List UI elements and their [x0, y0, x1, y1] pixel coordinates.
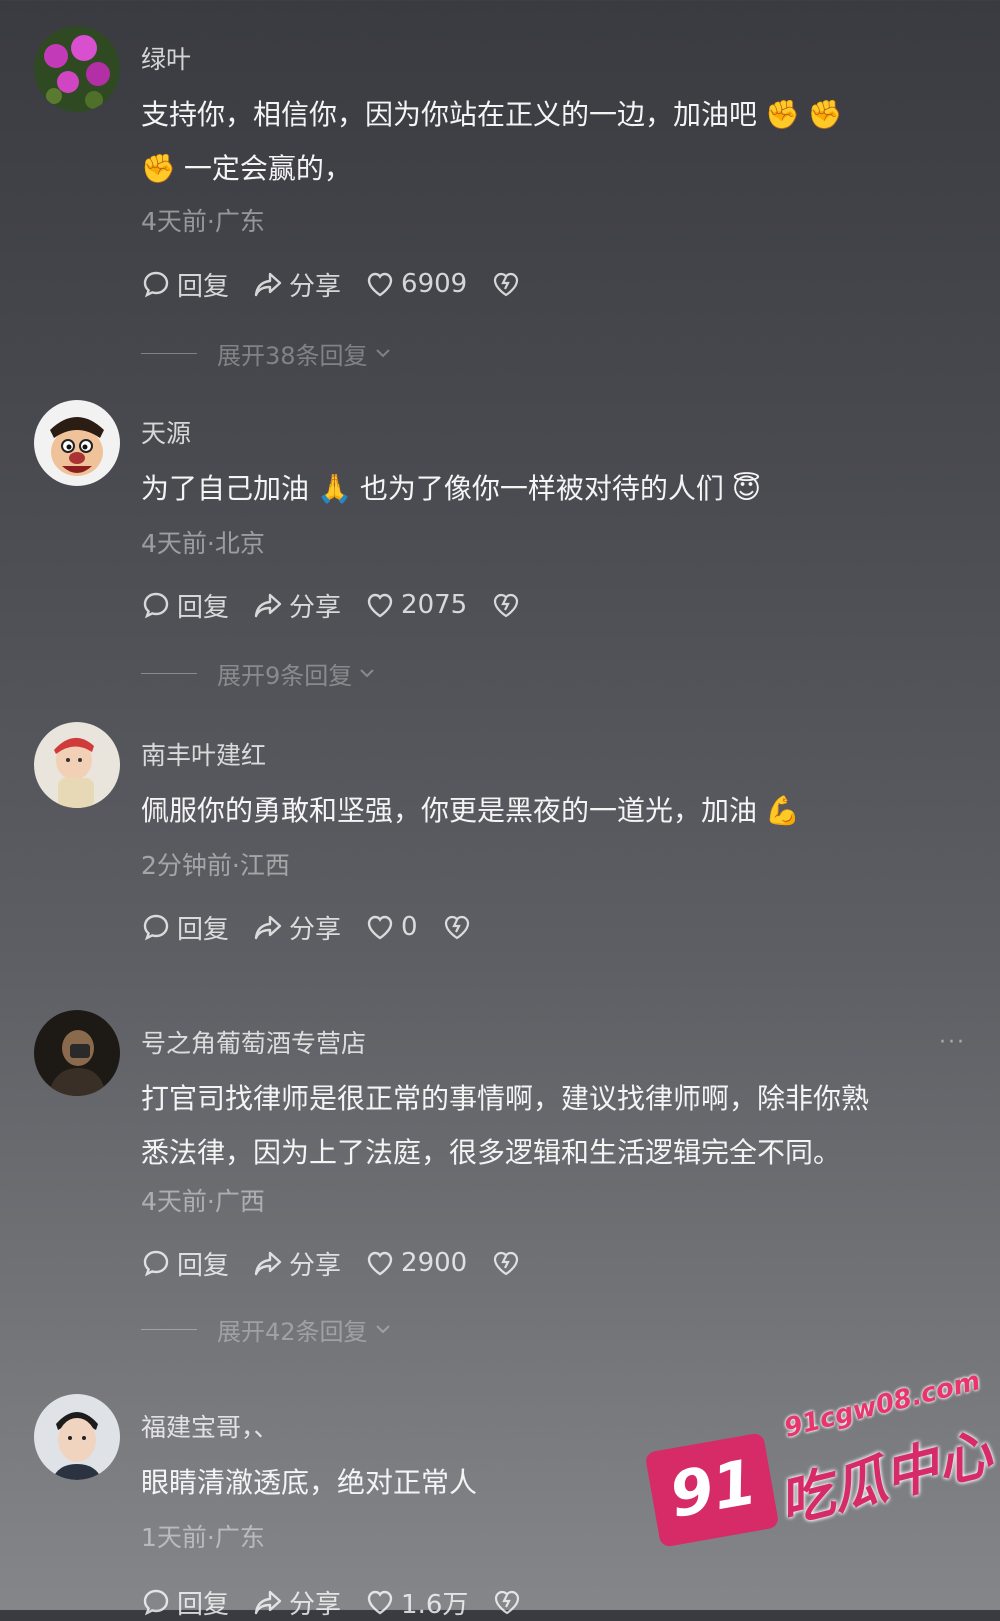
reply-icon [143, 1589, 169, 1616]
like-button[interactable]: 2075 [365, 590, 467, 620]
comment-meta: 4天前·广西 [141, 1187, 265, 1216]
reply-icon [143, 914, 169, 941]
more-options-button[interactable]: ··· [939, 1030, 966, 1055]
reply-icon [143, 592, 169, 619]
heart-icon [367, 272, 393, 297]
comment-text: 支持你，相信你，因为你站在正义的一边，加油吧 ✊ ✊ ✊ 一定会赢的， [141, 88, 961, 196]
share-button[interactable]: 分享 [253, 266, 341, 303]
share-icon [254, 1251, 282, 1276]
username[interactable]: 号之角葡萄酒专营店 [141, 1024, 366, 1060]
share-icon [254, 1590, 282, 1615]
watermark-logo: 91cgw08.com 91 吃瓜中心 [644, 1366, 998, 1562]
comment-actions: 回复 分享 2075 [141, 587, 551, 623]
dislike-button[interactable] [491, 1248, 527, 1278]
fist-emoji: ✊ [141, 152, 176, 185]
username[interactable]: 南丰叶建红 [141, 736, 266, 772]
like-button[interactable]: 6909 [365, 269, 467, 299]
comment-actions: 回复 分享 1.6万 [141, 1584, 552, 1620]
comment-text: 为了自己加油 🙏 也为了像你一样被对待的人们 😇 [141, 462, 961, 516]
comment-meta: 1天前·广东 [141, 1523, 265, 1552]
dislike-button[interactable] [492, 1587, 528, 1617]
reply-button[interactable]: 回复 [141, 909, 229, 946]
avatar[interactable] [34, 1010, 120, 1096]
chevron-down-icon [375, 349, 390, 358]
avatar[interactable] [34, 400, 120, 486]
share-button[interactable]: 分享 [253, 1584, 341, 1621]
comment-meta: 4天前·广东 [141, 207, 265, 236]
broken-heart-icon [494, 272, 519, 297]
heart-icon [367, 1251, 393, 1276]
comment-meta: 2分钟前·江西 [141, 851, 290, 880]
divider [141, 672, 197, 674]
reply-button[interactable]: 回复 [141, 266, 229, 303]
like-button[interactable]: 1.6万 [365, 1584, 468, 1621]
dislike-button[interactable] [491, 590, 527, 620]
comment-actions: 回复 分享 2900 [141, 1245, 551, 1281]
username[interactable]: 福建宝哥，、 [141, 1408, 279, 1444]
muscle-emoji: 💪 [765, 794, 800, 827]
fist-emoji: ✊ [765, 98, 800, 131]
username[interactable]: 天源 [141, 414, 191, 450]
pray-emoji: 🙏 [317, 472, 352, 505]
broken-heart-icon [494, 593, 519, 618]
share-icon [254, 915, 282, 940]
avatar[interactable] [34, 1394, 120, 1480]
avatar[interactable] [34, 722, 120, 808]
chevron-down-icon [360, 669, 374, 678]
heart-icon [367, 593, 393, 618]
share-button[interactable]: 分享 [253, 1245, 341, 1282]
dislike-button[interactable] [491, 269, 527, 299]
reply-icon [143, 1250, 169, 1277]
comment-meta: 4天前·北京 [141, 529, 265, 558]
divider [141, 1328, 197, 1330]
share-button[interactable]: 分享 [253, 909, 341, 946]
fist-emoji: ✊ [807, 98, 843, 131]
like-button[interactable]: 0 [365, 912, 418, 942]
heart-icon [367, 1590, 393, 1615]
comment-actions: 回复 分享 0 [141, 909, 502, 945]
heart-icon [367, 915, 393, 940]
dislike-button[interactable] [442, 912, 478, 942]
comment-text: 打官司找律师是很正常的事情啊，建议找律师啊，除非你熟 悉法律，因为上了法庭，很多逻… [141, 1082, 870, 1169]
reply-icon [143, 271, 169, 298]
expand-replies-button[interactable]: 展开38条回复 [141, 338, 394, 370]
watermark-number: 91 [664, 1445, 762, 1532]
reply-button[interactable]: 回复 [141, 587, 229, 624]
share-icon [254, 272, 282, 297]
expand-replies-button[interactable]: 展开9条回复 [141, 658, 378, 690]
like-button[interactable]: 2900 [365, 1248, 467, 1278]
divider [141, 352, 197, 354]
broken-heart-icon [444, 915, 469, 940]
share-icon [254, 593, 282, 618]
username[interactable]: 绿叶 [141, 40, 191, 76]
broken-heart-icon [494, 1251, 519, 1276]
broken-heart-icon [495, 1590, 520, 1615]
avatar[interactable] [34, 26, 120, 112]
comment-actions: 回复 分享 6909 [141, 266, 551, 302]
reply-button[interactable]: 回复 [141, 1584, 229, 1621]
chevron-down-icon [375, 1325, 390, 1334]
smile-emoji: 😇 [731, 472, 762, 505]
comment-text: 佩服你的勇敢和坚强，你更是黑夜的一道光，加油 💪 [141, 784, 961, 838]
expand-replies-button[interactable]: 展开42条回复 [141, 1314, 394, 1346]
reply-button[interactable]: 回复 [141, 1245, 229, 1282]
share-button[interactable]: 分享 [253, 587, 341, 624]
